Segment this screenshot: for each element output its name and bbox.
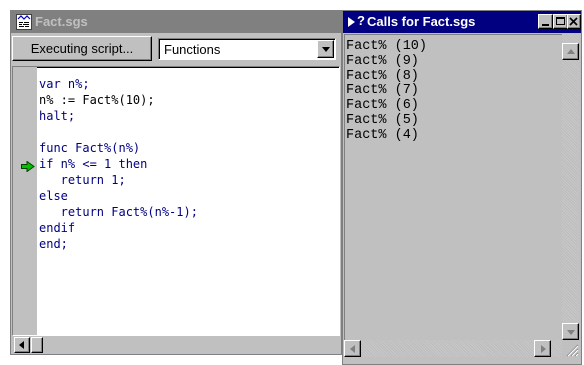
minimize-button[interactable] [538, 14, 553, 29]
editor-titlebar[interactable]: Fact.sgs [11, 11, 341, 33]
hscroll-thumb[interactable] [31, 337, 43, 353]
question-icon: ? [357, 13, 365, 28]
arrow-up-icon [567, 49, 575, 54]
scroll-down-button[interactable] [562, 323, 579, 340]
close-button[interactable] [567, 14, 581, 29]
arrow-right-icon [348, 17, 355, 27]
executing-script-button[interactable]: Executing script... [12, 36, 152, 61]
call-stack-item[interactable]: Fact% (4) [346, 128, 427, 144]
editor-title: Fact.sgs [35, 14, 88, 29]
scroll-left-button[interactable] [14, 337, 30, 353]
code-gutter [13, 67, 37, 335]
calls-scroll-right-button[interactable] [534, 340, 551, 357]
code-line: end; [39, 237, 68, 251]
code-line: else [39, 189, 68, 203]
code-line: halt; [39, 109, 76, 123]
code-editor[interactable]: var n%; n% := Fact%(10); halt; func Fact%(n… [12, 66, 340, 336]
editor-window: Fact.sgs Executing script... Functions v… [10, 10, 342, 355]
editor-hscrollbar[interactable] [12, 337, 341, 353]
calls-list[interactable]: Fact% (10) Fact% (9) Fact% (8) Fact% (7) Fac… [344, 34, 562, 340]
calls-scroll-left-button[interactable] [344, 340, 361, 357]
call-stack-item[interactable]: Fact% (10) [346, 39, 427, 55]
arrow-left-icon [350, 345, 355, 353]
dropdown-arrow-button[interactable] [317, 40, 334, 58]
call-stack-item[interactable]: Fact% (8) [346, 69, 427, 85]
calls-hscrollbar[interactable] [344, 340, 562, 357]
maximize-icon [556, 17, 565, 25]
code-line: func Fact%(n%) [39, 141, 141, 155]
call-stack-item[interactable]: Fact% (6) [346, 98, 427, 114]
call-stack-item[interactable]: Fact% (7) [346, 84, 427, 99]
close-icon [569, 17, 578, 26]
minimize-icon [542, 24, 549, 26]
executing-script-label: Executing script... [30, 41, 134, 56]
code-line: return 1; [39, 173, 126, 187]
functions-dropdown[interactable]: Functions [158, 38, 336, 60]
functions-dropdown-value: Functions [164, 42, 221, 57]
code-line: endif [39, 221, 76, 235]
code-line: n% := Fact%(10); [39, 93, 155, 107]
maximize-button[interactable] [553, 14, 568, 29]
call-stack-item[interactable]: Fact% (9) [346, 54, 427, 70]
calls-title: Calls for Fact.sgs [367, 14, 476, 29]
call-stack-item[interactable]: Fact% (5) [346, 113, 427, 129]
scroll-up-button[interactable] [562, 43, 579, 60]
calls-items: Fact% (10) Fact% (9) Fact% (8) Fact% (7) Fac… [346, 39, 427, 144]
code-lines: var n%; n% := Fact%(10); halt; func Fact%(n… [21, 76, 198, 252]
calls-vscrollbar[interactable] [562, 34, 579, 340]
calls-titlebar[interactable]: ? Calls for Fact.sgs [343, 11, 581, 33]
code-line: var n%; [39, 77, 90, 91]
chevron-down-icon [322, 47, 330, 52]
arrow-right-icon [541, 345, 546, 353]
code-line: return Fact%(n%-1); [39, 205, 198, 219]
resize-grip[interactable] [562, 340, 579, 357]
current-line-arrow-icon [21, 159, 35, 177]
calls-window: ? Calls for Fact.sgs Fact% (10) Fact% (9)… [342, 10, 582, 365]
script-file-icon[interactable] [16, 14, 32, 30]
arrow-left-icon [19, 341, 24, 349]
resize-grip-icon [566, 344, 579, 357]
arrow-down-icon [567, 330, 575, 335]
code-line: if n% <= 1 then [39, 157, 148, 171]
